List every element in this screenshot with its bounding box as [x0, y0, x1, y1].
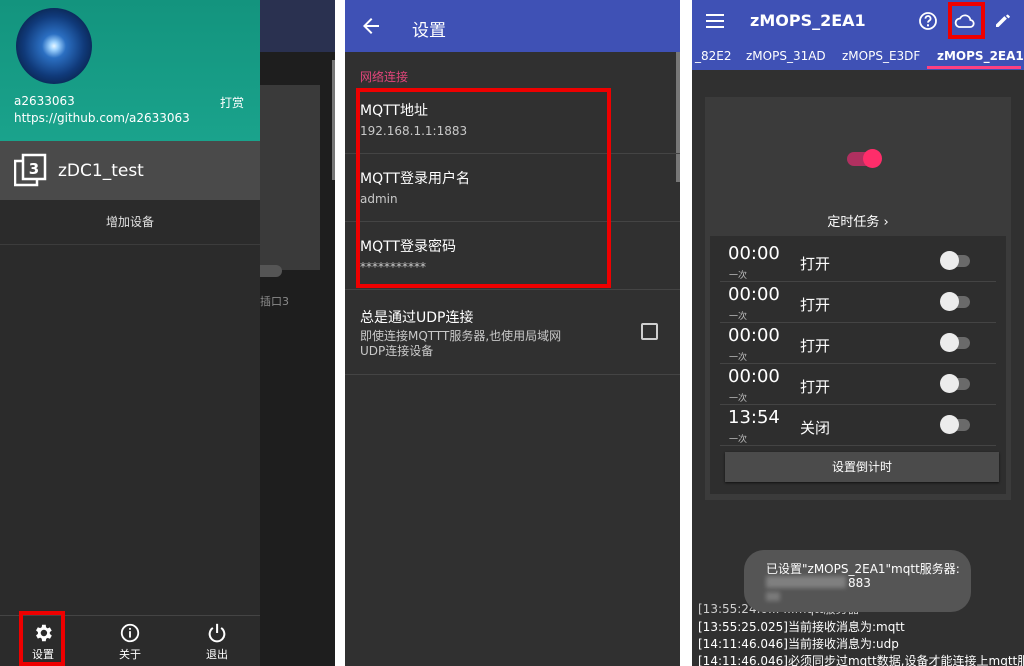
power-icon	[208, 623, 226, 643]
timer-row[interactable]: 00:00 一次 打开	[720, 323, 996, 364]
pref-description-line: UDP连接设备	[360, 344, 434, 358]
toast-text: 已设置"zMOPS_2EA1"mqtt服务器:	[766, 562, 960, 576]
menu-icon[interactable]	[706, 12, 724, 30]
exit-button[interactable]: 退出	[187, 616, 247, 666]
add-device-label: 增加设备	[105, 215, 154, 229]
udp-checkbox[interactable]	[641, 323, 658, 340]
power-switch-knob[interactable]	[863, 149, 882, 168]
tab-e3df[interactable]: zMOPS_E3DF	[842, 49, 920, 63]
pref-title: 总是通过UDP连接	[360, 310, 474, 326]
timer-switch-knob[interactable]	[940, 333, 959, 352]
timer-switch-knob[interactable]	[940, 374, 959, 393]
timer-time: 00:00	[728, 325, 780, 346]
timer-list: 00:00 一次 打开 00:00 一次 打开 00:00 一次 打开 00:0…	[710, 236, 1006, 494]
timer-repeat: 一次	[729, 435, 748, 445]
log-line: [14:11:46.046]当前接收消息为:udp	[698, 637, 899, 651]
highlight-box	[356, 88, 611, 288]
timer-row[interactable]: 00:00 一次 打开	[720, 282, 996, 323]
timer-switch-knob[interactable]	[940, 251, 959, 270]
log-line: [13:55:25.025]当前接收消息为:mqtt	[698, 620, 905, 634]
timer-repeat: 一次	[729, 353, 748, 363]
page-title: 设置	[412, 21, 446, 41]
about-button[interactable]: 关于	[100, 616, 160, 666]
info-icon	[120, 623, 140, 643]
timer-action: 打开	[800, 296, 831, 314]
background-appbar	[260, 0, 335, 52]
timer-switch-knob[interactable]	[940, 415, 959, 434]
timer-action: 打开	[800, 255, 831, 273]
redacted-text	[766, 576, 846, 588]
tab-82e2[interactable]: _82E2	[695, 49, 732, 63]
udp-pref[interactable]: 总是通过UDP连接 即使连接MQTTT服务器,也使用局域网 UDP连接设备	[345, 291, 680, 375]
timer-repeat: 一次	[729, 271, 748, 281]
toast-message: 已设置"zMOPS_2EA1"mqtt服务器: 883	[744, 550, 971, 612]
timer-repeat: 一次	[729, 394, 748, 404]
timer-time: 00:00	[728, 366, 780, 387]
timer-row[interactable]: 00:00 一次 打开	[720, 364, 996, 405]
timer-time: 00:00	[728, 284, 780, 305]
section-title: 网络连接	[360, 70, 409, 84]
highlight-box	[19, 611, 65, 666]
background-screen: 插口3	[252, 0, 335, 666]
device-stack-icon: 3	[14, 153, 47, 187]
avatar[interactable]	[16, 8, 92, 84]
timer-title[interactable]: 定时任务 ›	[705, 211, 1011, 230]
timer-action: 关闭	[800, 419, 831, 437]
drawer-screen: 插口3 a2633063 https://github.com/a2633063…	[0, 0, 335, 666]
timer-action: 打开	[800, 378, 831, 396]
highlight-box	[948, 2, 985, 39]
panel-divider	[680, 0, 692, 666]
timer-row[interactable]: 13:54 一次 关闭	[720, 405, 996, 446]
device-card: 定时任务 › 00:00 一次 打开 00:00 一次 打开 00:00 一次 …	[705, 97, 1011, 500]
add-device-button[interactable]: 增加设备	[0, 200, 260, 245]
timer-time: 00:00	[728, 243, 780, 264]
tab-2ea1[interactable]: zMOPS_2EA1	[937, 49, 1024, 63]
tab-31ad[interactable]: zMOPS_31AD	[746, 49, 826, 63]
navigation-drawer: a2633063 https://github.com/a2633063 打赏 …	[0, 0, 260, 666]
timer-row[interactable]: 00:00 一次 打开	[720, 241, 996, 282]
settings-screen: 设置 网络连接 MQTT地址 192.168.1.1:1883 MQTT登录用户…	[345, 0, 680, 666]
about-label: 关于	[119, 648, 141, 661]
timer-action: 打开	[800, 337, 831, 355]
device-name: zDC1_test	[58, 161, 144, 181]
background-label: 插口3	[260, 295, 289, 308]
pref-description: 即使连接MQTTT服务器,也使用局域网 UDP连接设备	[360, 329, 590, 359]
timer-time: 13:54	[728, 407, 780, 428]
timer-switch-knob[interactable]	[940, 292, 959, 311]
svg-text:3: 3	[29, 160, 39, 178]
settings-appbar: 设置	[345, 0, 680, 52]
drawer-header: a2633063 https://github.com/a2633063 打赏	[0, 0, 260, 141]
github-link[interactable]: https://github.com/a2633063	[14, 111, 190, 125]
timer-repeat: 一次	[729, 312, 748, 322]
edit-icon[interactable]	[994, 11, 1012, 29]
tip-link[interactable]: 打赏	[220, 94, 244, 111]
help-icon[interactable]	[918, 11, 938, 31]
pref-description-line: 即使连接MQTTT服务器,也使用局域网	[360, 329, 562, 343]
active-tab-indicator	[927, 66, 1021, 69]
device-screen: zMOPS_2EA1 _82E2 zMOPS_31AD zMOPS_E3DF z…	[692, 0, 1024, 666]
exit-label: 退出	[206, 648, 228, 661]
user-name: a2633063	[14, 94, 75, 108]
back-arrow-icon[interactable]	[359, 14, 383, 38]
background-card: 插口3	[252, 85, 320, 308]
log-line: [14:11:46.046]必须同步过mqtt数据,设备才能连接上mqtt服务器	[698, 654, 1024, 666]
redacted-text	[766, 592, 780, 601]
toast-value: 883	[848, 576, 871, 590]
page-title: zMOPS_2EA1	[750, 11, 866, 30]
panel-divider	[335, 0, 345, 666]
countdown-button[interactable]: 设置倒计时	[725, 452, 999, 482]
